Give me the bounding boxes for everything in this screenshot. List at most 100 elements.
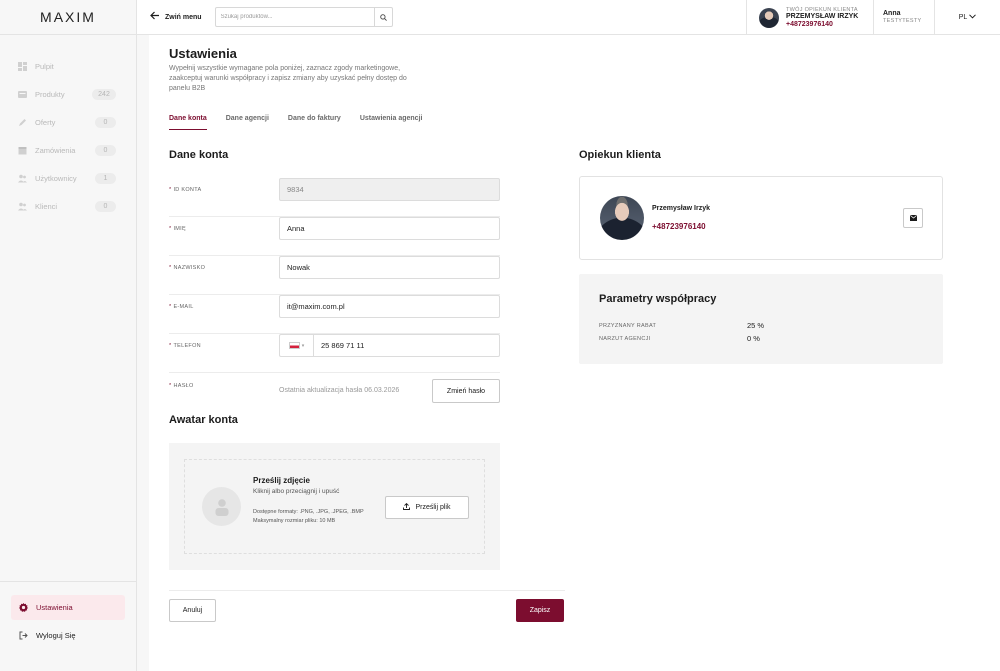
divider bbox=[169, 590, 565, 591]
email-advisor-button[interactable] bbox=[903, 208, 923, 228]
tab-ustawienia-agencji[interactable]: Ustawienia agencji bbox=[360, 115, 423, 130]
avatar-section-title: Awatar konta bbox=[169, 414, 238, 426]
sidebar-item-produkty[interactable]: Produkty 242 bbox=[0, 80, 136, 108]
products-icon bbox=[18, 90, 27, 99]
upload-subtitle: Kliknij albo przeciągnij i upuść bbox=[253, 488, 340, 495]
advisor-photo bbox=[600, 196, 644, 240]
phone-label: * TELEFON bbox=[169, 343, 201, 349]
discount-value: 25 % bbox=[747, 321, 765, 330]
phone-input[interactable]: 25 869 71 11 bbox=[314, 341, 364, 350]
markup-row: NARZUT AGENCJI 0 % bbox=[599, 334, 899, 343]
chevron-down-icon bbox=[969, 14, 977, 21]
sidebar-item-label: Klienci bbox=[35, 201, 58, 211]
form-row-email: * E-MAIL it@maxim.com.pl bbox=[169, 295, 500, 334]
sidebar-item-label: Ustawienia bbox=[36, 603, 73, 612]
tab-dane-konta[interactable]: Dane konta bbox=[169, 115, 207, 130]
formats-text: Dostępne formaty: .PNG, .JPG, .JPEG, .BM… bbox=[253, 509, 364, 515]
settings-tabs: Dane konta Dane agencji Dane do faktury … bbox=[169, 115, 441, 130]
account-section-title: Dane konta bbox=[169, 149, 229, 161]
search-input[interactable] bbox=[215, 8, 374, 26]
upload-file-button[interactable]: Prześlij plik bbox=[385, 496, 469, 519]
form-row-first-name: * IMIĘ Anna bbox=[169, 217, 500, 256]
offers-icon bbox=[18, 118, 27, 127]
sidebar-item-klienci[interactable]: Klienci 0 bbox=[0, 192, 136, 220]
user-name: Anna bbox=[883, 10, 901, 17]
poland-flag-icon bbox=[288, 342, 300, 349]
first-name-input[interactable]: Anna bbox=[279, 217, 500, 240]
count-badge: 1 bbox=[95, 172, 116, 184]
upload-formats: Dostępne formaty: .PNG, .JPG, .JPEG, .BM… bbox=[253, 508, 364, 526]
advisor-caption: TWÓJ OPIEKUN KLIENTA bbox=[786, 6, 858, 13]
advisor-summary[interactable]: TWÓJ OPIEKUN KLIENTA PRZEMYSŁAW IRZYK +4… bbox=[746, 0, 874, 35]
search-icon bbox=[379, 13, 387, 21]
advisor-card: Przemysław Irzyk +48723976140 bbox=[579, 176, 943, 260]
chevron-down-icon: ▾ bbox=[301, 342, 305, 349]
advisor-avatar bbox=[759, 7, 779, 28]
max-size-text: Maksymalny rozmiar pliku: 10 MB bbox=[253, 517, 336, 524]
arrow-left-icon bbox=[150, 11, 160, 23]
count-badge: 0 bbox=[95, 144, 116, 156]
search-button[interactable] bbox=[373, 8, 392, 26]
count-badge: 0 bbox=[95, 116, 116, 128]
sidebar-item-zamowienia[interactable]: Zamówienia 0 bbox=[0, 136, 136, 164]
form-row-last-name: * NAZWISKO Nowak bbox=[169, 256, 500, 295]
upload-title: Prześlij zdjęcie bbox=[253, 476, 310, 485]
form-row-phone: * TELEFON ▾ 25 869 71 11 bbox=[169, 334, 500, 373]
logo[interactable]: MAXIM bbox=[0, 0, 136, 35]
first-name-label: * IMIĘ bbox=[169, 226, 186, 232]
tab-dane-agencji[interactable]: Dane agencji bbox=[226, 115, 269, 130]
tab-dane-do-faktury[interactable]: Dane do faktury bbox=[288, 115, 341, 130]
upload-icon bbox=[403, 502, 411, 512]
advisor-name: PRZEMYSŁAW IRZYK bbox=[786, 12, 859, 20]
sidebar-item-label: Zamówienia bbox=[35, 145, 76, 155]
form-row-id: * ID KONTA 9834 bbox=[169, 178, 500, 217]
sidebar-item-oferty[interactable]: Oferty 0 bbox=[0, 108, 136, 136]
sidebar-item-label: Wyloguj Się bbox=[36, 631, 76, 640]
country-code-select[interactable]: ▾ bbox=[280, 335, 314, 356]
collapse-menu-label: Zwiń menu bbox=[165, 13, 202, 21]
sidebar-item-settings[interactable]: Ustawienia bbox=[11, 595, 125, 620]
settings-page: Ustawienia Wypełnij wszystkie wymagane p… bbox=[149, 35, 1000, 671]
sidebar-item-label: Produkty bbox=[35, 89, 65, 99]
sidebar-item-uzytkownicy[interactable]: Użytkownicy 1 bbox=[0, 164, 136, 192]
markup-value: 0 % bbox=[747, 334, 760, 343]
mail-icon bbox=[909, 215, 917, 221]
dropzone[interactable]: Prześlij zdjęcie Kliknij albo przeciągni… bbox=[184, 459, 485, 554]
cancel-button[interactable]: Anuluj bbox=[169, 599, 216, 622]
sidebar-item-pulpit[interactable]: Pulpit bbox=[0, 52, 136, 80]
avatar-upload-area: Prześlij zdjęcie Kliknij albo przeciągni… bbox=[169, 443, 500, 570]
gear-icon bbox=[19, 603, 28, 612]
page-description: Wypełnij wszystkie wymagane pola poniżej… bbox=[169, 65, 407, 92]
cooperation-title: Parametry współpracy bbox=[599, 293, 717, 305]
email-input[interactable]: it@maxim.com.pl bbox=[279, 295, 500, 318]
sidebar-nav: Pulpit Produkty 242 Oferty 0 Zamówienia … bbox=[0, 35, 136, 220]
page-title: Ustawienia bbox=[169, 46, 237, 61]
markup-label: NARZUT AGENCJI bbox=[599, 336, 651, 342]
sidebar-item-label: Oferty bbox=[35, 117, 56, 127]
users-icon bbox=[18, 174, 27, 183]
last-name-input[interactable]: Nowak bbox=[279, 256, 500, 279]
user-placeholder-icon bbox=[202, 487, 241, 526]
collapse-menu-button[interactable]: Zwiń menu bbox=[150, 11, 202, 23]
dashboard-icon bbox=[18, 61, 27, 71]
language-select[interactable]: PL bbox=[934, 0, 1000, 35]
advisor-section-title: Opiekun klienta bbox=[579, 149, 661, 161]
sidebar-item-label: Pulpit bbox=[35, 61, 54, 71]
sidebar-item-logout[interactable]: Wyloguj Się bbox=[11, 623, 125, 648]
user-menu[interactable]: Anna TESTYTESTY bbox=[883, 0, 933, 35]
form-row-password: * HASŁO Ostatnia aktualizacja hasła 06.03… bbox=[169, 373, 500, 412]
sidebar-item-label: Użytkownicy bbox=[35, 173, 77, 183]
id-label: * ID KONTA bbox=[169, 187, 202, 193]
phone-field: ▾ 25 869 71 11 bbox=[279, 334, 500, 357]
advisor-card-name: Przemysław Irzyk bbox=[652, 205, 710, 212]
topbar: Zwiń menu TWÓJ OPIEKUN KLIENTA PRZEMYSŁA… bbox=[137, 0, 1000, 35]
language-value: PL bbox=[958, 14, 968, 21]
count-badge: 0 bbox=[95, 200, 116, 212]
change-password-button[interactable]: Zmień hasło bbox=[432, 379, 500, 403]
advisor-card-phone[interactable]: +48723976140 bbox=[652, 222, 706, 231]
account-id-field: 9834 bbox=[279, 178, 500, 201]
cooperation-parameters: Parametry współpracy PRZYZNANY RABAT 25 … bbox=[579, 274, 943, 364]
save-button[interactable]: Zapisz bbox=[516, 599, 564, 622]
sidebar: MAXIM Pulpit Produkty 242 Oferty 0 Zamów… bbox=[0, 0, 137, 671]
advisor-phone[interactable]: +48723976140 bbox=[786, 21, 858, 29]
